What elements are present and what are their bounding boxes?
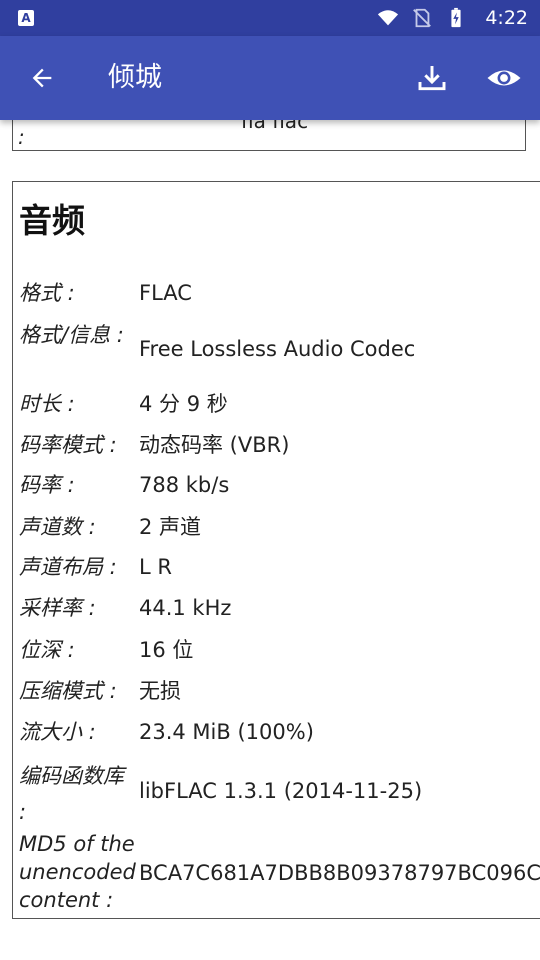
view-button[interactable] (484, 58, 524, 98)
row-value: 无损 (139, 679, 181, 703)
row-label: 格式 : (19, 281, 75, 305)
row-value: 44.1 kHz (139, 596, 232, 620)
row-label: 采样率 : (19, 596, 96, 620)
row-label: 码率模式 : (19, 433, 117, 457)
eye-icon (487, 70, 521, 86)
row-label: 声道数 : (19, 515, 96, 539)
audio-section-card: 音频 格式 : FLAC 格式/信息 : Free Lossless Audio… (12, 181, 540, 919)
row-value: 788 kb/s (139, 473, 230, 497)
download-icon (418, 66, 446, 91)
row-label: 位深 : (19, 638, 75, 662)
section-title: 音频 (19, 201, 85, 240)
row-value: BCA7C681A7DBB8B09378797BC096C (139, 861, 540, 885)
row-label: 格式/信息 : (19, 323, 124, 347)
row-label: MD5 of the unencoded content : (19, 832, 136, 912)
row-value: 动态码率 (VBR) (139, 433, 290, 457)
no-sim-icon (413, 8, 432, 28)
row-value: 16 位 (139, 638, 194, 662)
previous-section-label: : (18, 125, 25, 149)
status-icons: 4:22 (377, 0, 528, 36)
row-label: 流大小 : (19, 720, 96, 744)
row-value: libFLAC 1.3.1 (2014-11-25) (139, 779, 423, 803)
status-time: 4:22 (485, 7, 528, 29)
row-label: 压缩模式 : (19, 679, 117, 703)
wifi-icon (378, 10, 399, 26)
row-value: FLAC (139, 281, 192, 305)
app-notification-icon: A (18, 10, 34, 26)
row-label: 时长 : (19, 392, 75, 416)
row-value: 2 声道 (139, 515, 202, 539)
battery-charging-icon (451, 7, 461, 28)
row-value: L R (139, 555, 172, 579)
row-value: 4 分 9 秒 (139, 392, 228, 416)
row-value: 23.4 MiB (100%) (139, 720, 314, 744)
back-button[interactable] (22, 58, 62, 98)
arrow-back-icon (32, 68, 52, 88)
row-label: 编码函数库 : (19, 764, 124, 824)
row-label: 声道布局 : (19, 555, 117, 579)
page-title: 倾城 (108, 62, 162, 93)
app-bar: 倾城 (0, 36, 540, 120)
row-label: 码率 : (19, 473, 75, 497)
row-value: Free Lossless Audio Codec (139, 337, 416, 361)
download-button[interactable] (412, 58, 452, 98)
status-bar: A 4:22 (0, 0, 540, 36)
